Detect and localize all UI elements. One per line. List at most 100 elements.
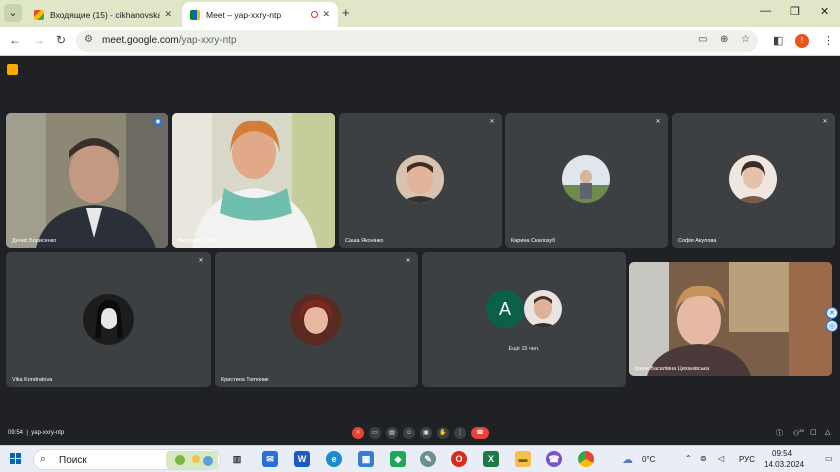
camera-toggle-icon[interactable]: ▭ [369, 427, 381, 439]
participant-tile[interactable]: Викторія Голош... [172, 113, 335, 248]
participant-name: Vika Kondratova [12, 377, 53, 383]
participant-avatar [290, 294, 341, 345]
participant-avatar [729, 155, 777, 203]
edge-app-icon[interactable]: e [326, 451, 342, 467]
clock-time[interactable]: 09:54 [772, 449, 792, 458]
speaking-indicator-icon: ◉ [154, 118, 162, 126]
gmail-icon [34, 9, 44, 20]
tab-gmail[interactable]: Входящие (15) - cikhanovskaja@ ✕ [26, 2, 180, 27]
participant-name: Саша Яконінко [345, 238, 384, 244]
back-icon[interactable]: ← [9, 33, 21, 47]
forward-icon[interactable]: → [33, 33, 45, 47]
excel-app-icon[interactable]: X [483, 451, 499, 467]
tab-title: Входящие (15) - cikhanovskaja@ [50, 9, 161, 20]
close-panel-icon[interactable]: ✕ [826, 307, 838, 319]
screen: ⌄ Входящие (15) - cikhanovskaja@ ✕ Meet … [0, 0, 840, 472]
search-highlight-image [166, 451, 218, 469]
site-info-icon[interactable]: ⚙ [84, 34, 93, 45]
people-icon[interactable]: ⚇29 [793, 428, 804, 437]
muted-mic-icon: ✕ [489, 119, 495, 125]
present-icon[interactable]: ▣ [420, 427, 432, 439]
companion-icon[interactable]: ◎ [826, 320, 838, 332]
participant-name: Денис Борисенко [12, 238, 57, 244]
zoom-icon[interactable]: ⊕ [720, 34, 728, 45]
browser-toolbar: ← → ↻ ⚙ meet.google.com/yap-xxry-ntp ▭ ⊕… [0, 27, 840, 56]
viber-app-icon[interactable]: ☎ [546, 451, 562, 467]
word-app-icon[interactable]: W [294, 451, 310, 467]
emoji-icon[interactable]: ☺ [403, 427, 415, 439]
camera-icon[interactable]: ▭ [698, 34, 707, 45]
clock-date[interactable]: 14.03.2024 [764, 460, 804, 469]
participant-video [6, 113, 168, 248]
participant-tile[interactable]: ✕ Софія Акулова [672, 113, 835, 248]
side-panel-icon[interactable]: ◧ [773, 34, 783, 47]
raise-hand-icon[interactable]: ✋ [437, 427, 449, 439]
store-app-icon[interactable]: ▦ [358, 451, 374, 467]
chat-icon[interactable]: ▢ [810, 428, 817, 436]
profile-avatar[interactable]: ! [795, 34, 809, 48]
notifications-icon[interactable]: ▭ [825, 454, 833, 463]
meet-icon [190, 9, 200, 20]
weather-temp[interactable]: 0°C [642, 455, 655, 464]
participant-tile[interactable]: ✕ Карина Скалозуб [505, 113, 668, 248]
taskbar-search[interactable]: ⌕ Поиск [33, 449, 221, 470]
recording-icon [311, 11, 319, 18]
pen-app-icon[interactable]: ✎ [420, 451, 436, 467]
tab-search-button[interactable]: ⌄ [4, 4, 22, 22]
activity-badge-icon[interactable] [7, 64, 18, 75]
others-initial-avatar: A [486, 290, 524, 328]
close-icon[interactable]: ✕ [164, 9, 172, 20]
windows-start-icon[interactable] [10, 453, 22, 465]
participant-name: Карина Скалозуб [511, 238, 556, 244]
task-view-icon[interactable]: ▥ [229, 451, 245, 467]
weather-icon[interactable]: ☁ [622, 453, 633, 466]
tab-strip: ⌄ Входящие (15) - cikhanovskaja@ ✕ Meet … [0, 0, 840, 27]
menu-icon[interactable]: ⋮ [823, 34, 834, 47]
meeting-clock: 09:54 | yap-xxry-ntp [8, 430, 65, 436]
shield-app-icon[interactable]: ◆ [390, 451, 406, 467]
participant-video [629, 262, 832, 376]
participant-avatar [83, 294, 134, 345]
participant-video [172, 113, 335, 248]
info-icon[interactable]: ⓘ [776, 428, 783, 438]
others-tile[interactable]: A Ещё 15 чел. [422, 252, 626, 387]
new-tab-button[interactable]: + [342, 5, 350, 20]
search-icon: ⌕ [40, 453, 47, 465]
participant-tile[interactable]: ✕ Vika Kondratova [6, 252, 211, 387]
minimize-icon[interactable]: — [760, 5, 771, 17]
participant-avatar [396, 155, 444, 203]
restore-icon[interactable]: ❐ [790, 5, 800, 18]
opera-app-icon[interactable]: O [451, 451, 467, 467]
mail-app-icon[interactable]: ✉ [262, 451, 278, 467]
muted-mic-icon: ✕ [405, 258, 411, 264]
url-text: meet.google.com/yap-xxry-ntp [102, 35, 237, 46]
close-icon[interactable]: ✕ [322, 9, 330, 20]
more-options-icon[interactable]: ⋮ [454, 427, 466, 439]
participant-tile[interactable]: Ірина Василівна Циханівська [629, 262, 832, 376]
captions-icon[interactable]: ▤ [386, 427, 398, 439]
volume-icon[interactable]: ◁ [718, 454, 724, 463]
others-count-label: Ещё 15 чел. [508, 346, 540, 352]
muted-mic-icon: ✕ [198, 258, 204, 264]
participant-avatar [562, 155, 610, 203]
activities-icon[interactable]: △ [825, 428, 830, 436]
end-call-button[interactable]: ☎ [471, 427, 489, 439]
address-bar[interactable]: ⚙ meet.google.com/yap-xxry-ntp ▭ ⊕ ☆ [76, 30, 758, 52]
file-explorer-icon[interactable]: ▬ [515, 451, 531, 467]
participant-tile[interactable]: ◉ Денис Борисенко [6, 113, 168, 248]
chrome-app-icon[interactable] [578, 451, 594, 467]
reload-icon[interactable]: ↻ [56, 33, 66, 47]
close-window-icon[interactable]: ✕ [820, 5, 829, 18]
participant-avatar [524, 290, 562, 328]
participant-name: Софія Акулова [678, 238, 717, 244]
search-label: Поиск [59, 455, 87, 466]
tab-meet[interactable]: Meet – yap-xxry-ntp ✕ [182, 2, 338, 27]
participant-tile[interactable]: ✕ Саша Яконінко [339, 113, 502, 248]
language-indicator[interactable]: РУС [739, 455, 755, 464]
tray-overflow-icon[interactable]: ⌃ [685, 454, 692, 463]
network-icon[interactable]: ⊚ [700, 454, 707, 463]
participant-tile[interactable]: ✕ Кристина Тютюник [215, 252, 418, 387]
mic-off-icon[interactable]: ✕ [352, 427, 364, 439]
bookmark-star-icon[interactable]: ☆ [741, 34, 750, 45]
participant-name: Кристина Тютюник [221, 377, 269, 383]
